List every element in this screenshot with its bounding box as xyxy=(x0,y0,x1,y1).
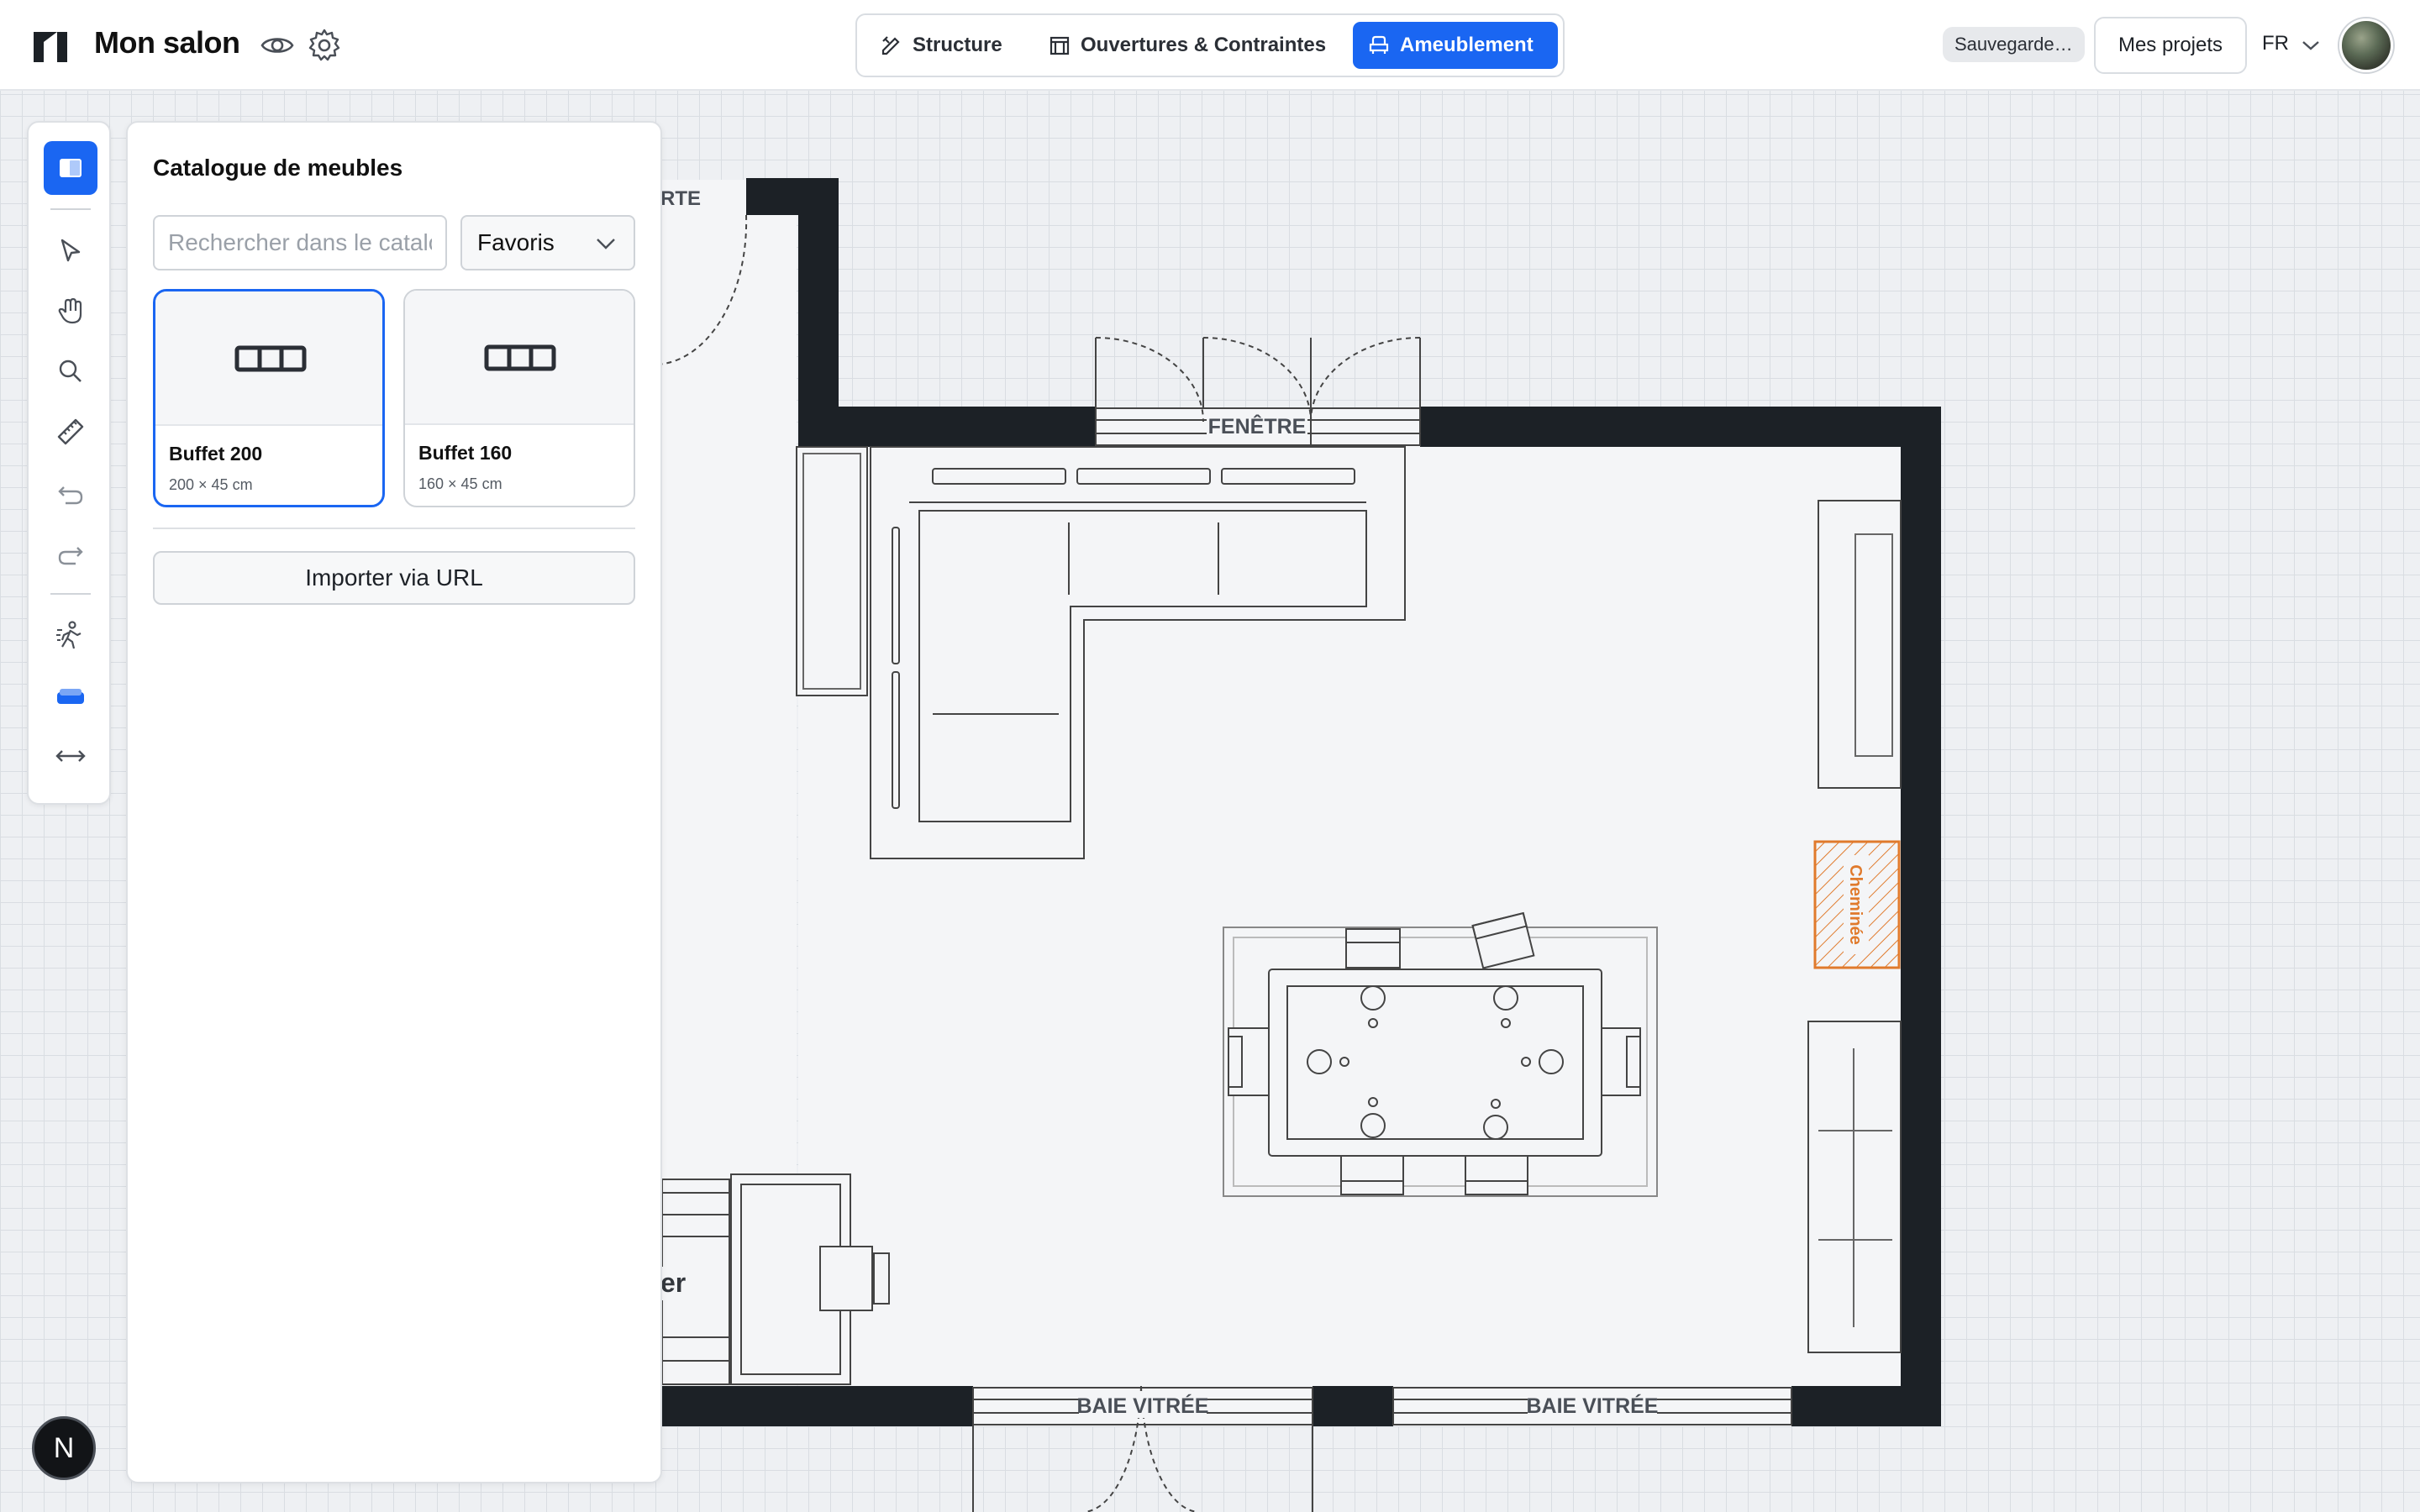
fireplace-label: Cheminée xyxy=(1846,864,1865,945)
tab-furnishing-label: Ameublement xyxy=(1400,34,1534,56)
import-url-button[interactable]: Importer via URL xyxy=(153,551,635,605)
buffet-icon xyxy=(484,344,556,371)
select-tool[interactable] xyxy=(44,223,97,277)
catalogue-icon xyxy=(60,159,82,177)
user-avatar[interactable] xyxy=(2339,18,2393,72)
window-top: FENÊTRE xyxy=(1095,337,1421,446)
toolbar-divider xyxy=(50,208,91,210)
catalogue-filter-select[interactable]: Favoris xyxy=(460,215,635,270)
undo-icon xyxy=(58,486,83,505)
side-cabinet-outer xyxy=(796,446,868,696)
top-bar: Mon salon Structure Ouvertures & Contrai… xyxy=(0,0,2420,91)
item-name: Buffet 160 xyxy=(418,442,513,464)
chair-right xyxy=(1599,1027,1641,1096)
chevron-down-icon[interactable] xyxy=(2301,37,2321,54)
sideboard[interactable] xyxy=(1807,1021,1902,1353)
window-frame-icon xyxy=(1050,36,1070,55)
item-name: Buffet 200 xyxy=(169,443,263,465)
dining-table xyxy=(1268,969,1602,1157)
dimension-tool[interactable] xyxy=(44,729,97,783)
dev-tools-badge[interactable]: N xyxy=(32,1416,96,1480)
furniture-catalogue-panel: Catalogue de meubles Favoris Buffet 200 … xyxy=(126,121,662,1483)
chair-bottom-1 xyxy=(1340,1155,1404,1195)
armchair-icon xyxy=(1369,35,1389,54)
hand-icon xyxy=(58,297,82,324)
undo-button[interactable] xyxy=(44,465,97,519)
walk-icon xyxy=(56,621,82,649)
tab-furnishing[interactable]: Ameublement xyxy=(1353,22,1558,69)
wall-top-2 xyxy=(1420,407,1941,447)
ruler-pencil-icon xyxy=(881,36,900,55)
bay1-label: BAIE VITRÉE xyxy=(1077,1394,1209,1418)
side-cabinet[interactable] xyxy=(796,446,868,696)
window-label: FENÊTRE xyxy=(1208,413,1307,438)
wall-right xyxy=(1901,407,1941,1426)
tab-structure-label: Structure xyxy=(913,34,1002,56)
wall-bottom-2 xyxy=(1313,1386,1393,1426)
redo-icon xyxy=(58,547,83,565)
app-logo-icon[interactable] xyxy=(32,27,69,64)
zoom-icon xyxy=(59,360,82,382)
desk-chair-seat xyxy=(819,1246,873,1311)
fireplace[interactable]: Cheminée xyxy=(1813,840,1901,969)
measure-tool[interactable] xyxy=(44,405,97,459)
catalogue-filter-value: Favoris xyxy=(477,229,555,255)
wall-bottom-1 xyxy=(662,1386,973,1426)
catalogue-search-input[interactable] xyxy=(153,215,447,270)
settings-gear-icon[interactable] xyxy=(306,27,343,64)
tv-unit-outer xyxy=(1818,500,1902,789)
chair-top-1 xyxy=(1345,928,1401,969)
chair-bottom-2 xyxy=(1465,1155,1528,1195)
furniture-tool[interactable] xyxy=(44,669,97,722)
walkthrough-tool[interactable] xyxy=(44,608,97,662)
eye-icon[interactable] xyxy=(259,27,296,64)
ruler-icon xyxy=(57,418,84,445)
wall-top-1 xyxy=(798,407,1096,447)
toolbar-divider xyxy=(50,593,91,595)
project-title[interactable]: Mon salon xyxy=(94,25,240,60)
sofa-icon xyxy=(57,689,84,704)
language-selector[interactable]: FR xyxy=(2262,32,2289,55)
bay2-label: BAIE VITRÉE xyxy=(1527,1394,1659,1418)
bay-window-2: BAIE VITRÉE xyxy=(1392,1387,1792,1425)
tab-openings-label: Ouvertures & Contraintes xyxy=(1081,34,1327,56)
panel-divider xyxy=(153,528,635,529)
my-projects-button[interactable]: Mes projets xyxy=(2094,17,2247,74)
catalogue-item-buffet-160[interactable]: Buffet 160 160 × 45 cm xyxy=(403,289,635,507)
pan-tool[interactable] xyxy=(44,284,97,338)
item-thumbnail xyxy=(405,291,634,425)
buffet-icon xyxy=(234,345,307,372)
wall-bottom-3 xyxy=(1791,1386,1941,1426)
chair-left xyxy=(1228,1027,1270,1096)
room-partial-label: er xyxy=(660,1268,686,1298)
desk-chair-back xyxy=(873,1252,890,1305)
tab-structure[interactable]: Structure xyxy=(865,22,1018,69)
chevron-down-icon xyxy=(597,239,615,249)
tool-palette xyxy=(27,121,111,805)
mode-switcher: Structure Ouvertures & Contraintes Ameub… xyxy=(855,13,1565,77)
dimension-icon xyxy=(55,750,86,762)
tv-unit[interactable] xyxy=(1818,500,1902,789)
item-dimensions: 160 × 45 cm xyxy=(418,475,502,492)
door-label: RTE xyxy=(660,187,701,210)
catalogue-title: Catalogue de meubles xyxy=(153,155,403,181)
save-status-badge: Sauvegarde… xyxy=(1943,27,2085,62)
catalogue-item-buffet-200[interactable]: Buffet 200 200 × 45 cm xyxy=(153,289,385,507)
dining-set[interactable] xyxy=(1223,911,1658,1197)
item-dimensions: 200 × 45 cm xyxy=(169,476,253,493)
tab-openings[interactable]: Ouvertures & Contraintes xyxy=(1034,22,1341,69)
cursor-icon xyxy=(60,239,81,262)
catalogue-tool[interactable] xyxy=(44,141,97,195)
zoom-tool[interactable] xyxy=(44,344,97,398)
bay-window-1: BAIE VITRÉE xyxy=(972,1385,1313,1512)
redo-button[interactable] xyxy=(44,526,97,580)
item-thumbnail xyxy=(155,291,382,426)
